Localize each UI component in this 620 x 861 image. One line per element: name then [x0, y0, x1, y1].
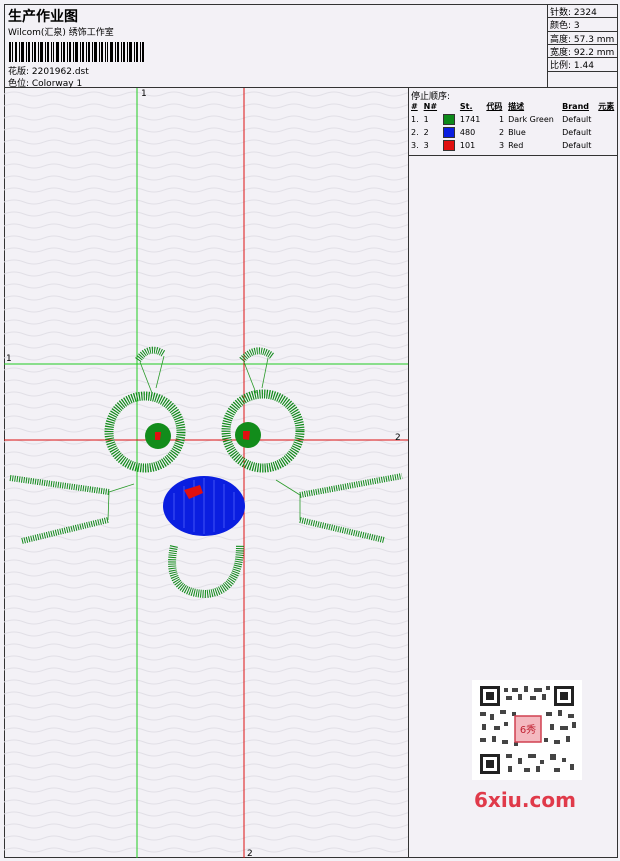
col-element: 元素	[598, 102, 615, 111]
row-stitches: 1741	[459, 115, 481, 124]
row-number: 3	[423, 141, 429, 150]
row-description: Dark Green	[508, 115, 554, 124]
watermark-logo: 6xiu.com	[474, 788, 576, 812]
barcode	[9, 42, 144, 62]
row-stitches: 480	[459, 128, 476, 137]
color-count: 颜色: 3	[550, 21, 580, 31]
col-index: #	[411, 102, 418, 111]
row-swatch	[441, 139, 458, 152]
guide-label: 1	[6, 354, 12, 364]
row-code: 2	[499, 128, 505, 137]
stats-panel: 针数: 2324 颜色: 3 高度: 57.3 mm 宽度: 92.2 mm 比…	[548, 4, 618, 88]
row-swatch	[441, 126, 458, 139]
guide-label: 1	[141, 89, 147, 99]
color-swatch	[442, 114, 455, 125]
row-element	[596, 126, 618, 139]
divider	[548, 71, 618, 72]
color-swatch	[442, 140, 455, 151]
divider	[409, 155, 618, 156]
row-code: 3	[499, 141, 505, 150]
row-code: 1	[499, 115, 505, 124]
row-index: 1.	[411, 115, 419, 124]
row-number: 2	[423, 128, 429, 137]
company-name: Wilcom(汇泉) 绣饰工作室	[8, 28, 114, 38]
row-description: Blue	[508, 128, 526, 137]
right-eye-highlight	[243, 431, 250, 440]
row-index: 3.	[411, 141, 419, 150]
col-code: 代码	[486, 102, 503, 111]
guide-label: 2	[247, 849, 253, 858]
row-swatch	[441, 113, 458, 126]
header-info: 生产作业图 Wilcom(汇泉) 绣饰工作室 花版: 2201962.dst 色…	[4, 4, 548, 89]
row-element	[596, 139, 618, 152]
table-row: 2. 2 480 2 Blue Default	[409, 126, 618, 139]
page-title: 生产作业图	[8, 9, 78, 25]
row-stitches: 101	[459, 141, 476, 150]
row-brand: Default	[562, 141, 592, 150]
row-brand: Default	[562, 128, 592, 137]
seal-text: 6秀	[520, 724, 536, 736]
row-description: Red	[508, 141, 524, 150]
row-number: 1	[423, 115, 429, 124]
row-brand: Default	[562, 115, 592, 124]
qr-code: 6秀	[472, 680, 582, 780]
col-description: 描述	[508, 102, 525, 111]
design-scale: 比例: 1.44	[550, 61, 594, 71]
guide-label: 2	[395, 433, 401, 443]
row-element	[596, 113, 618, 126]
color-swatch	[442, 127, 455, 138]
table-row: 3. 3 101 3 Red Default	[409, 139, 618, 152]
table-row: 1. 1 1741 1 Dark Green Default	[409, 113, 618, 126]
left-eye-highlight	[155, 432, 161, 440]
col-swatch	[441, 100, 458, 113]
embroidery-preview: 1 1 2 2	[4, 88, 408, 858]
col-brand: Brand	[562, 102, 590, 111]
design-canvas: 1 1 2 2	[4, 88, 409, 858]
col-number: N#	[423, 102, 438, 111]
row-index: 2.	[411, 128, 419, 137]
color-sequence-table: # N# St. 代码 描述 Brand 元素 1. 1 1741 1 Dark…	[409, 100, 618, 152]
col-stitches: St.	[459, 102, 473, 111]
